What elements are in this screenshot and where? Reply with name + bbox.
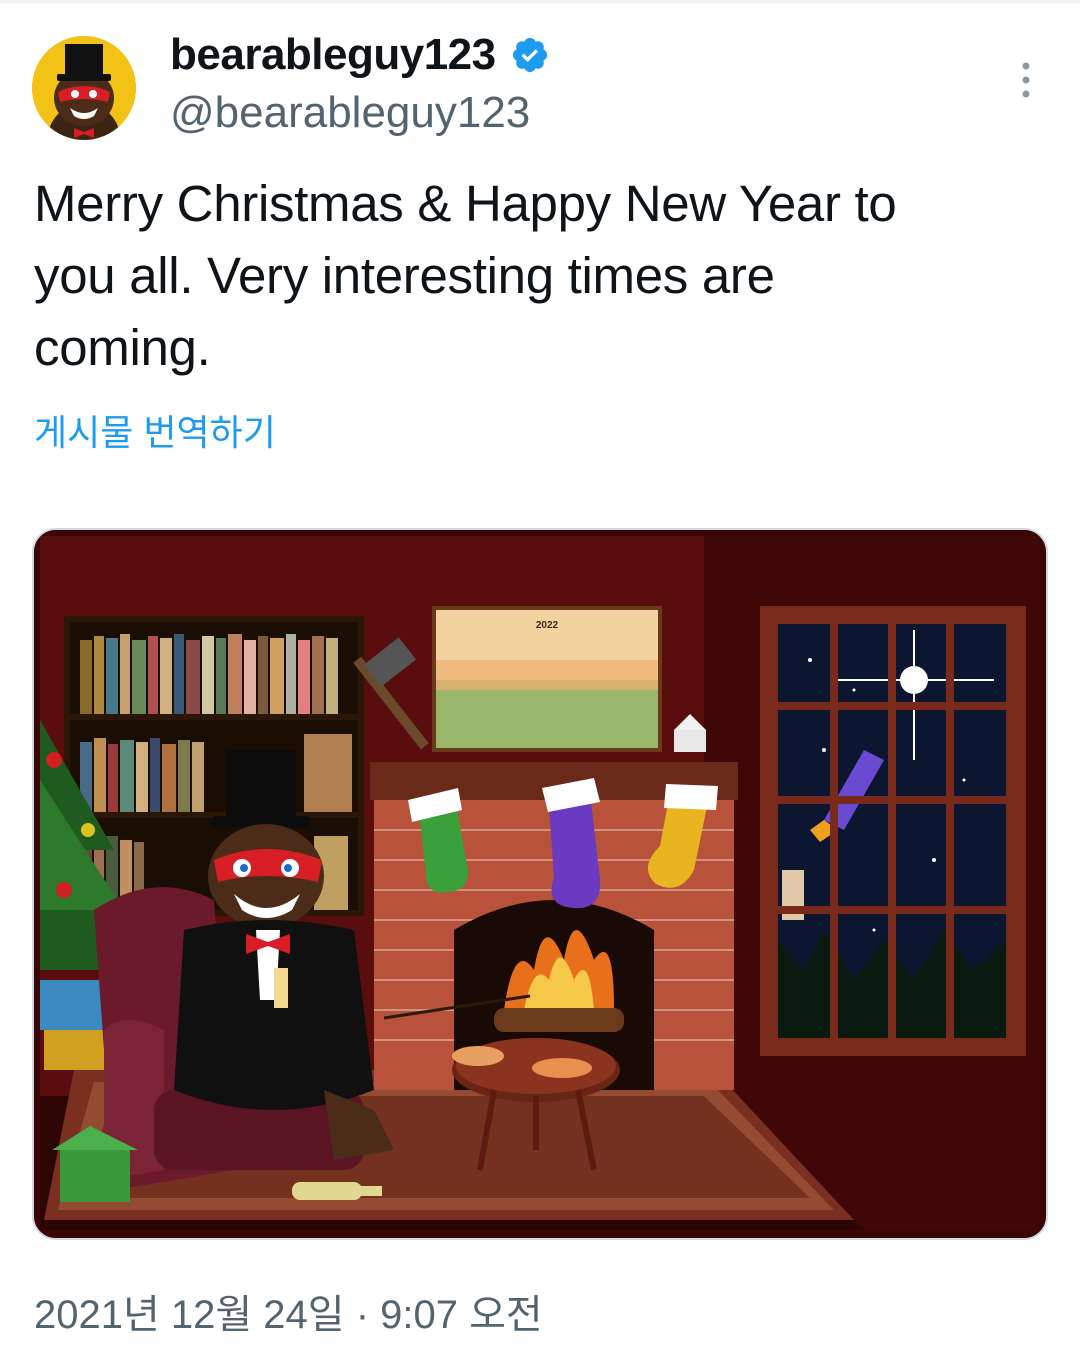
bear-avatar-icon (32, 36, 136, 140)
top-divider (0, 0, 1080, 3)
calendar-year-label: 2022 (536, 620, 559, 631)
tweet-timestamp[interactable]: 2021년 12월 24일 · 9:07 오전 (34, 1282, 543, 1340)
verified-badge-icon (512, 37, 547, 73)
tweet-text: Merry Christmas & Happy New Year to you … (34, 175, 897, 376)
tweet-media-image[interactable]: 2022 (32, 528, 1048, 1240)
wall-calendar-icon: 2022 (432, 606, 662, 752)
author-display-name[interactable]: bearableguy123 (170, 30, 496, 80)
author-avatar[interactable] (32, 36, 136, 140)
christmas-scene-illustration: 2022 (34, 530, 1046, 1238)
more-options-icon[interactable] (1008, 58, 1044, 102)
window-icon (760, 606, 1026, 1056)
translate-post-link[interactable]: 게시물 번역하기 (34, 404, 276, 456)
author-handle[interactable]: @bearableguy123 (170, 88, 530, 138)
author-name-row: bearableguy123 (170, 30, 550, 80)
